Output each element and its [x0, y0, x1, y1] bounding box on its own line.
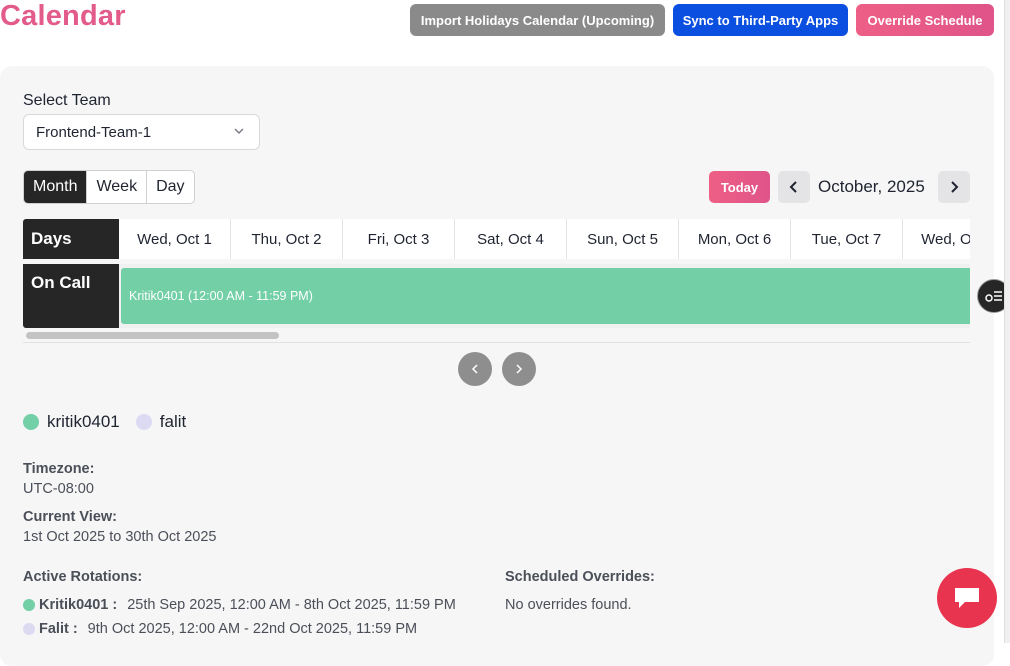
month-view-button[interactable]: Month — [24, 171, 88, 203]
week-view-button[interactable]: Week — [87, 171, 148, 203]
chevron-down-icon — [234, 128, 244, 135]
chevron-right-icon — [516, 364, 523, 374]
oncall-row: Kritik0401 (12:00 AM - 11:59 PM) — [119, 264, 970, 328]
current-view-label: Current View: — [23, 509, 118, 525]
timezone-label: Timezone: — [23, 461, 95, 477]
legend-label: kritik0401 — [47, 412, 120, 431]
day-header-cell: Wed, Oct 8 — [903, 219, 970, 259]
team-select[interactable]: Frontend-Team-1 — [23, 114, 260, 150]
grid-scroll-thumb[interactable] — [26, 332, 279, 339]
chevron-right-icon — [951, 181, 959, 193]
import-holidays-button[interactable]: Import Holidays Calendar (Upcoming) — [410, 4, 665, 36]
day-header-cell: Sat, Oct 4 — [455, 219, 567, 259]
rotation-item: Kritik0401 : 25th Sep 2025, 12:00 AM - 8… — [23, 597, 456, 613]
scroll-right-button[interactable] — [502, 352, 536, 386]
rotation-dot — [23, 623, 35, 635]
team-select-value: Frontend-Team-1 — [36, 123, 152, 141]
day-view-button[interactable]: Day — [147, 171, 193, 203]
calendar-panel — [0, 66, 994, 666]
rotation-range: 9th Oct 2025, 12:00 AM - 22nd Oct 2025, … — [87, 621, 418, 637]
rotation-item: Falit : 9th Oct 2025, 12:00 AM - 22nd Oc… — [23, 621, 417, 637]
day-header-row: Wed, Oct 1 Thu, Oct 2 Fri, Oct 3 Sat, Oc… — [119, 219, 970, 259]
shift-block[interactable]: Kritik0401 (12:00 AM - 11:59 PM) — [121, 268, 970, 324]
rotation-name: Falit : — [39, 621, 78, 637]
rotation-dot — [23, 599, 35, 611]
chat-button[interactable] — [937, 568, 997, 628]
day-header-cell: Fri, Oct 3 — [343, 219, 455, 259]
page-title: Calendar — [0, 0, 126, 32]
active-rotations-label: Active Rotations: — [23, 569, 143, 585]
grid-scrollbar[interactable] — [23, 332, 970, 340]
sync-third-party-button[interactable]: Sync to Third-Party Apps — [673, 4, 848, 36]
legend-label: falit — [159, 412, 187, 431]
legend-dot — [135, 414, 152, 430]
scheduled-overrides-label: Scheduled Overrides: — [505, 569, 655, 585]
chat-bubble-icon — [955, 588, 979, 608]
list-settings-icon — [985, 291, 1002, 302]
day-header-cell: Sun, Oct 5 — [567, 219, 679, 259]
day-header-cell: Mon, Oct 6 — [679, 219, 791, 259]
chevron-left-icon — [789, 181, 797, 193]
current-month-label: October, 2025 — [818, 177, 925, 196]
select-team-label: Select Team — [23, 92, 111, 109]
chevron-left-icon — [471, 364, 478, 374]
legend-item: falit — [135, 412, 187, 432]
scroll-left-button[interactable] — [458, 352, 492, 386]
day-header-cell: Thu, Oct 2 — [231, 219, 343, 259]
legend-item: kritik0401 — [23, 412, 120, 432]
divider — [23, 342, 970, 343]
days-header: Days — [23, 219, 119, 259]
day-header-cell: Tue, Oct 7 — [791, 219, 903, 259]
view-toggle: Month Week Day — [23, 170, 195, 204]
today-button[interactable]: Today — [709, 171, 770, 203]
page-scrollbar[interactable] — [1004, 0, 1010, 643]
legend-dot — [23, 414, 39, 430]
next-month-button[interactable] — [938, 171, 970, 203]
timezone-value: UTC-08:00 — [23, 481, 94, 497]
rotation-name: Kritik0401 : — [39, 597, 118, 613]
oncall-header: On Call — [23, 264, 119, 328]
schedule-grid: Days Wed, Oct 1 Thu, Oct 2 Fri, Oct 3 Sa… — [23, 219, 970, 344]
rotation-range: 25th Sep 2025, 12:00 AM - 8th Oct 2025, … — [127, 597, 456, 613]
scheduled-overrides-value: No overrides found. — [505, 597, 632, 613]
prev-month-button[interactable] — [778, 171, 810, 203]
day-header-cell: Wed, Oct 1 — [119, 219, 231, 259]
current-view-value: 1st Oct 2025 to 30th Oct 2025 — [23, 529, 217, 545]
legend: kritik0401 falit — [23, 412, 202, 432]
override-schedule-button[interactable]: Override Schedule — [856, 4, 994, 36]
